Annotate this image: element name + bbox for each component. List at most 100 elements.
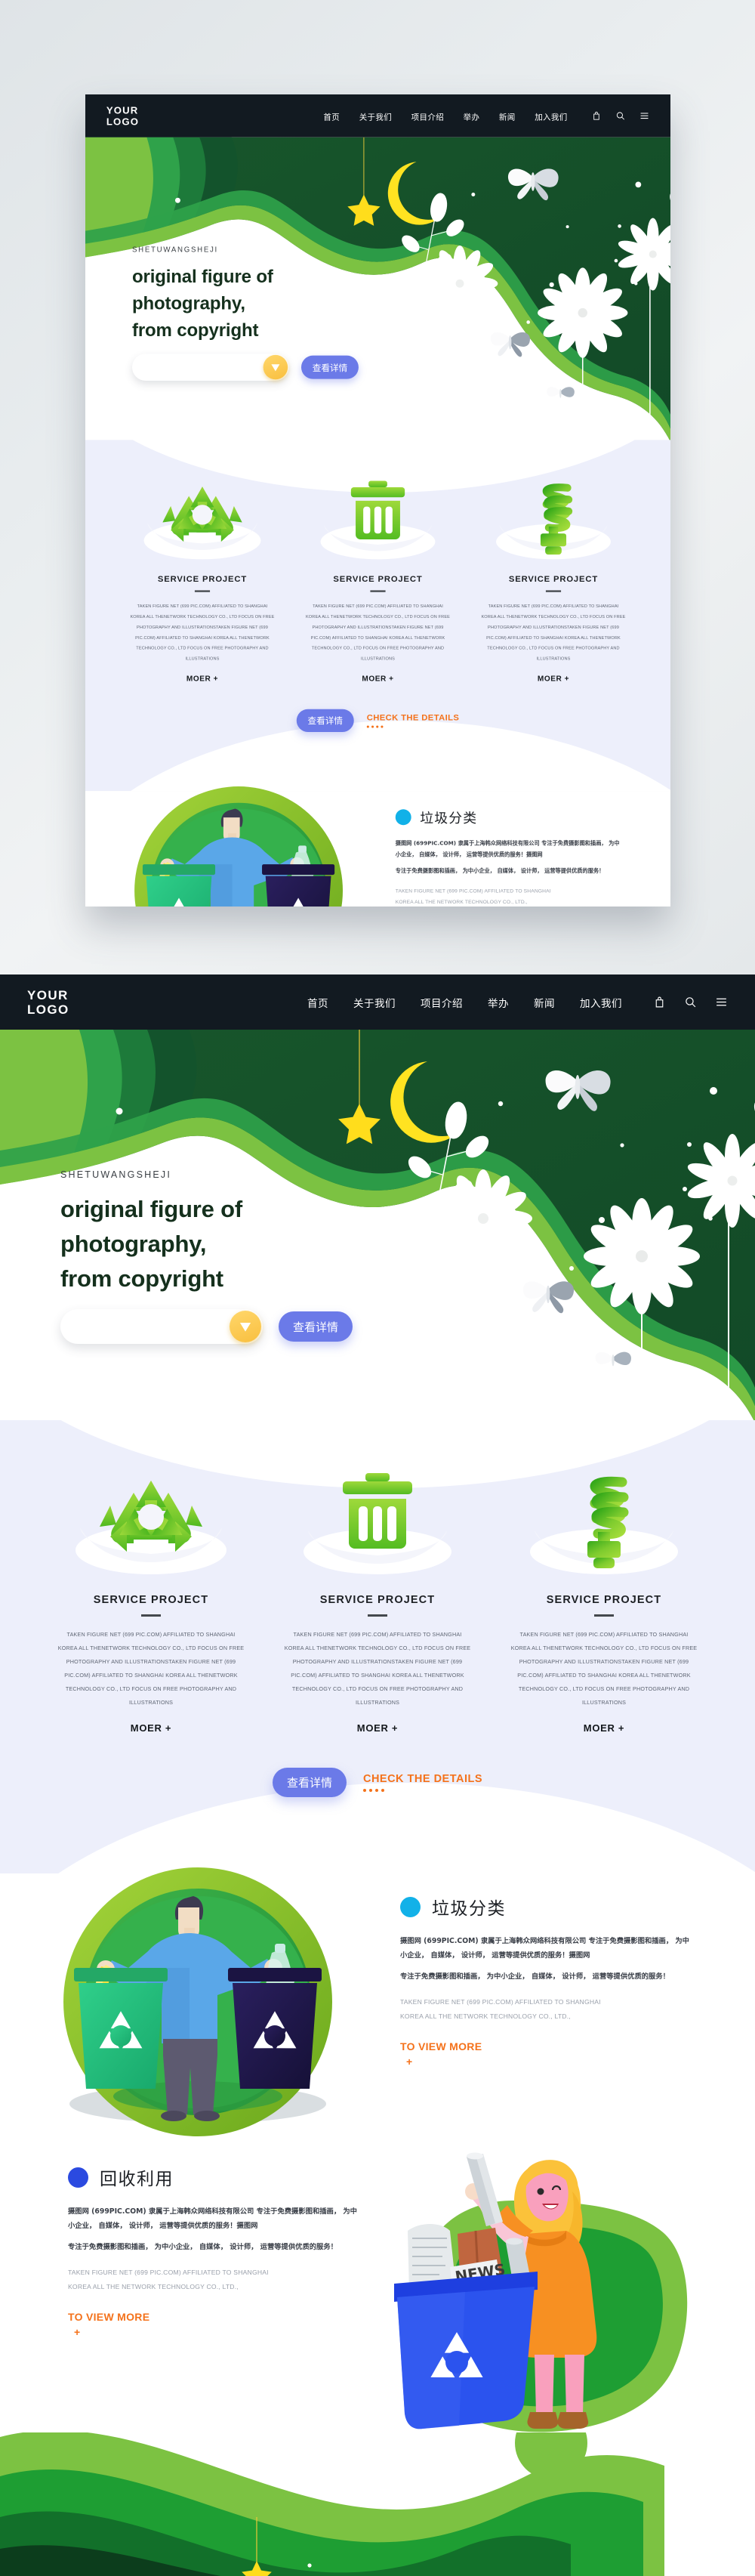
send-button[interactable] (230, 1311, 261, 1342)
hero-copy: SHETUWANGSHEJI original figure of photog… (132, 246, 378, 344)
service-card-title: SERVICE PROJECT (546, 1594, 662, 1606)
feature-body-cn: 摄图网 (699PIC.COM) 隶属于上海韩众网络科技有限公司 专注于免费摄影… (68, 2204, 362, 2254)
services-section: SERVICE PROJECT TAKEN FIGURE NET (699 PI… (0, 1420, 755, 1873)
service-card-title: SERVICE PROJECT (319, 1594, 436, 1606)
service-card-divider (368, 1614, 387, 1617)
site-logo[interactable]: YOUR LOGO (27, 988, 69, 1017)
send-arrow-icon (271, 364, 280, 372)
service-card-more-link[interactable]: MOER + (125, 674, 279, 683)
cta-dots-decoration (366, 725, 460, 728)
nav-item-projects[interactable]: 项目介绍 (411, 110, 444, 122)
service-card-icon-area (476, 476, 630, 564)
trash-bin-icon (304, 1473, 451, 1574)
feature-bullet-dot (395, 808, 411, 825)
services-cta-text-group: CHECK THE DETAILS (366, 713, 460, 728)
feature-copy: 垃圾分类 摄图网 (699PIC.COM) 隶属于上海韩众网络科技有限公司 专注… (400, 1894, 695, 2068)
hamburger-menu-icon[interactable] (639, 111, 649, 121)
service-card-more-link[interactable]: MOER + (301, 674, 455, 683)
service-card-list: SERVICE PROJECT TAKEN FIGURE NET (699 PI… (85, 476, 670, 682)
nav-item-news[interactable]: 新闻 (534, 995, 555, 1010)
search-field-wrapper[interactable] (60, 1309, 263, 1344)
search-icon[interactable] (615, 111, 625, 121)
feature-copy: 垃圾分类 摄图网 (699PIC.COM) 隶属于上海韩众网络科技有限公司 专注… (395, 807, 624, 907)
service-card-more-link[interactable]: MOER + (505, 1722, 703, 1734)
logo-line-2: LOGO (106, 116, 140, 128)
hero-headline-line-2: from copyright (60, 1265, 223, 1292)
feature-body-en-line-2: KOREA ALL THE NETWORK TECHNOLOGY CO., LT… (395, 898, 528, 905)
service-card[interactable]: SERVICE PROJECT TAKEN FIGURE NET (699 PI… (301, 476, 455, 682)
service-card[interactable]: SERVICE PROJECT TAKEN FIGURE NET (699 PI… (476, 476, 630, 682)
feature-body-en-line-2: KOREA ALL THE NETWORK TECHNOLOGY CO., LT… (400, 2012, 571, 2020)
trash-bin-icon (320, 480, 436, 560)
service-card[interactable]: SERVICE PROJECT TAKEN FIGURE NET (699 PI… (505, 1467, 703, 1734)
service-card-divider (370, 590, 386, 592)
nav-item-home[interactable]: 首页 (307, 995, 328, 1010)
nav-item-events[interactable]: 举办 (488, 995, 509, 1010)
bag-icon[interactable] (653, 996, 666, 1008)
site-logo[interactable]: YOUR LOGO (106, 105, 139, 127)
service-card-more-link[interactable]: MOER + (279, 1722, 476, 1734)
nav-item-about[interactable]: 关于我们 (359, 110, 392, 122)
search-input[interactable] (145, 354, 263, 381)
service-card-more-link[interactable]: MOER + (476, 674, 630, 683)
hero-headline-line-1: original figure of photography, (132, 266, 273, 314)
nav-item-join-us[interactable]: 加入我们 (580, 995, 622, 1010)
send-button[interactable] (263, 354, 288, 380)
nav-item-projects[interactable]: 项目介绍 (421, 995, 463, 1010)
bag-icon[interactable] (591, 111, 601, 121)
search-icon[interactable] (684, 996, 697, 1008)
hero-kicker: SHETUWANGSHEJI (132, 245, 218, 254)
hero-detail-button[interactable]: 查看详情 (279, 1311, 353, 1342)
hero-search-row: 查看详情 (60, 1309, 353, 1344)
service-card-icon-area (505, 1467, 703, 1580)
service-card-divider (194, 590, 211, 592)
nav-item-home[interactable]: 首页 (323, 110, 340, 122)
feature-section-waste-sorting: 垃圾分类 摄图网 (699PIC.COM) 隶属于上海韩众网络科技有限公司 专注… (0, 1855, 755, 2149)
nav-item-join-us[interactable]: 加入我们 (535, 110, 567, 122)
service-card[interactable]: SERVICE PROJECT TAKEN FIGURE NET (699 PI… (125, 476, 279, 682)
feature-heading: 垃圾分类 (400, 1894, 695, 1920)
feature-body-en-line-1: TAKEN FIGURE NET (699 PIC.COM) AFFILIATE… (68, 2269, 269, 2276)
feature-more-link[interactable]: TO VIEW MORE (400, 2040, 695, 2052)
service-card[interactable]: SERVICE PROJECT TAKEN FIGURE NET (699 PI… (279, 1467, 476, 1734)
services-cta-button[interactable]: 查看详情 (296, 709, 354, 732)
hamburger-menu-icon[interactable] (715, 996, 728, 1008)
service-card-divider (141, 1614, 161, 1617)
service-card-more-link[interactable]: MOER + (52, 1722, 250, 1734)
feature-title: 垃圾分类 (432, 1899, 506, 1919)
feature-title: 回收利用 (100, 2170, 174, 2189)
nav-item-news[interactable]: 新闻 (499, 110, 516, 122)
feature-body-en: TAKEN FIGURE NET (699 PIC.COM) AFFILIATE… (400, 1995, 695, 2024)
nav-item-about[interactable]: 关于我们 (353, 995, 396, 1010)
feature-body-en-line-1: TAKEN FIGURE NET (699 PIC.COM) AFFILIATE… (395, 888, 551, 894)
cfl-lightbulb-icon (530, 1476, 678, 1574)
blue-recycling-bin (394, 2272, 538, 2429)
page-root: YOUR LOGO 首页 关于我们 项目介绍 举办 新闻 加入我们 SHETUW… (0, 0, 755, 2576)
site-root: YOUR LOGO 首页 关于我们 项目介绍 举办 新闻 加入我们 SHETUW… (0, 974, 755, 2576)
nav-item-events[interactable]: 举办 (464, 110, 480, 122)
dark-recycling-bin (262, 864, 335, 907)
service-card[interactable]: SERVICE PROJECT TAKEN FIGURE NET (699 PI… (52, 1467, 250, 1734)
feature-heading: 垃圾分类 (395, 807, 624, 826)
services-section: SERVICE PROJECT TAKEN FIGURE NET (699 PI… (85, 440, 670, 792)
feature-body-cn-block-1: 摄图网 (699PIC.COM) 隶属于上海韩众网络科技有限公司 专注于免费摄影… (395, 840, 620, 858)
cfl-lightbulb-icon (496, 483, 611, 560)
recycle-icon (143, 486, 261, 560)
hero-search-row: 查看详情 (132, 354, 359, 381)
search-input[interactable] (77, 1309, 228, 1344)
service-card-body: TAKEN FIGURE NET (699 PIC.COM) AFFILIATE… (57, 1630, 245, 1706)
green-recycling-bin (74, 1968, 168, 2089)
feature-plus-icon[interactable]: + (406, 2056, 695, 2068)
services-cta-button[interactable]: 查看详情 (272, 1768, 347, 1797)
search-field-wrapper[interactable] (132, 354, 289, 381)
service-card-body: TAKEN FIGURE NET (699 PIC.COM) AFFILIATE… (130, 603, 275, 661)
services-cta-label: CHECK THE DETAILS (366, 713, 460, 723)
feature-more-link[interactable]: TO VIEW MORE (68, 2311, 362, 2323)
hero-headline: original figure of photography, from cop… (60, 1192, 378, 1296)
logo-line-1: YOUR (106, 104, 139, 116)
service-card-body: TAKEN FIGURE NET (699 PIC.COM) AFFILIATE… (284, 1630, 471, 1706)
feature-plus-icon[interactable]: + (74, 2326, 362, 2338)
feature-body-cn: 摄图网 (699PIC.COM) 隶属于上海韩众网络科技有限公司 专注于免费摄影… (396, 838, 624, 876)
hero-detail-button[interactable]: 查看详情 (300, 355, 359, 379)
header-icon-group (591, 111, 649, 121)
